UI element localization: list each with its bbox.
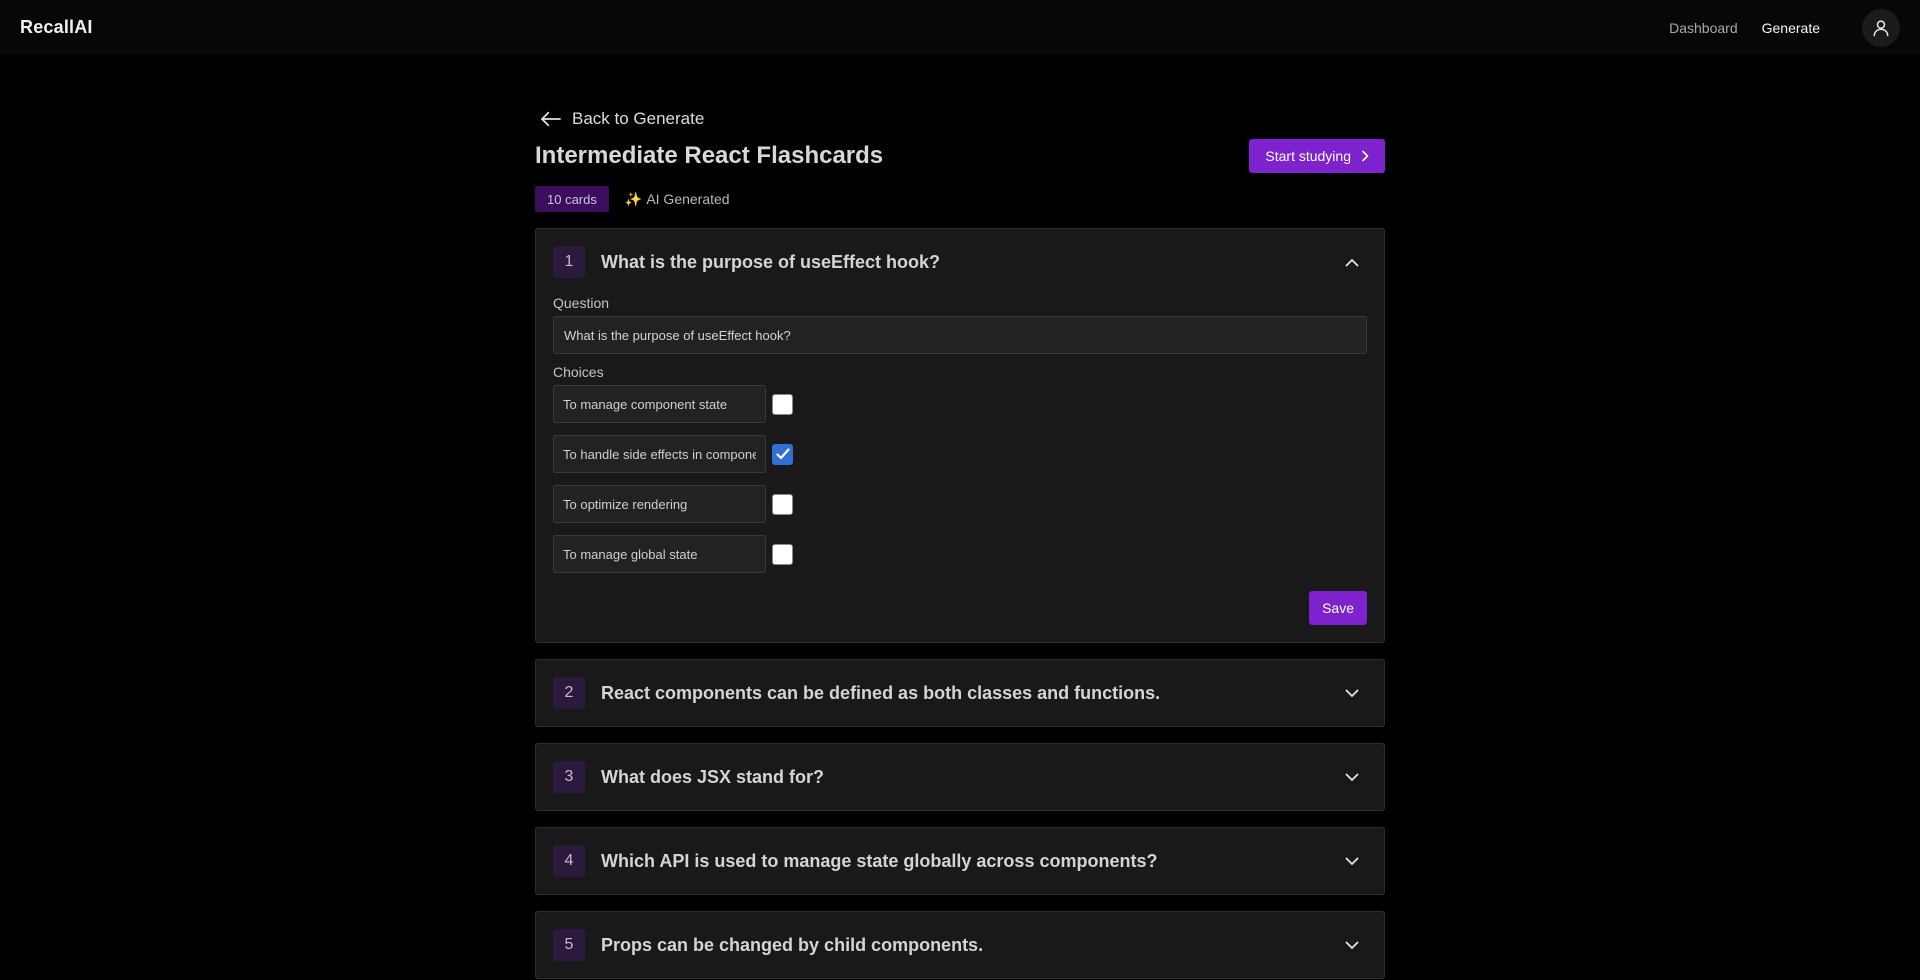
brand-logo[interactable]: RecallAI — [20, 17, 93, 38]
start-studying-button[interactable]: Start studying — [1249, 139, 1385, 173]
checkmark-icon — [775, 448, 790, 460]
card-title: What is the purpose of useEffect hook? — [601, 251, 941, 272]
flashcard-header[interactable]: 2 React components can be defined as bot… — [553, 660, 1367, 726]
flashcard-item: 1 What is the purpose of useEffect hook?… — [535, 228, 1385, 643]
nav-links: Dashboard Generate — [1669, 8, 1900, 47]
card-title: Props can be changed by child components… — [601, 934, 984, 955]
choice-input[interactable] — [553, 485, 766, 523]
choice-input[interactable] — [553, 535, 766, 573]
ai-generated-tag: ✨ AI Generated — [625, 191, 730, 208]
choice-input[interactable] — [553, 435, 766, 473]
flashcard-item: 5 Props can be changed by child componen… — [535, 911, 1385, 979]
card-number: 2 — [553, 677, 585, 709]
choice-correct-checkbox[interactable] — [772, 443, 793, 465]
title-row: Intermediate React Flashcards Start stud… — [535, 138, 1385, 174]
nav-link-generate[interactable]: Generate — [1762, 20, 1820, 36]
card-number: 4 — [553, 845, 585, 877]
ai-generated-label: AI Generated — [646, 191, 730, 207]
page-title: Intermediate React Flashcards — [535, 142, 884, 169]
choice-correct-checkbox[interactable] — [772, 493, 793, 515]
question-input[interactable] — [553, 316, 1367, 354]
card-count-badge: 10 cards — [535, 186, 609, 212]
card-number: 5 — [553, 929, 585, 961]
chevron-down-icon[interactable] — [1342, 851, 1362, 871]
choice-row — [553, 385, 1367, 423]
card-title: What does JSX stand for? — [601, 766, 825, 787]
flashcard-header[interactable]: 5 Props can be changed by child componen… — [553, 912, 1367, 978]
arrow-left-icon — [541, 111, 561, 127]
flashcard-item: 4 Which API is used to manage state glob… — [535, 827, 1385, 895]
card-title: Which API is used to manage state global… — [601, 850, 1158, 871]
choice-input[interactable] — [553, 385, 766, 423]
choice-correct-checkbox[interactable] — [772, 543, 793, 565]
chevron-up-icon[interactable] — [1342, 252, 1362, 272]
flashcard-set-page: Back to Generate Intermediate React Flas… — [535, 106, 1385, 979]
flashcard-item: 2 React components can be defined as bot… — [535, 659, 1385, 727]
flashcard-header[interactable]: 4 Which API is used to manage state glob… — [553, 828, 1367, 894]
card-number: 1 — [553, 246, 585, 278]
card-number: 3 — [553, 761, 585, 793]
save-row: Save — [553, 591, 1367, 642]
choice-row — [553, 535, 1367, 573]
choices-label: Choices — [553, 364, 604, 380]
choice-row — [553, 485, 1367, 523]
user-icon — [1873, 19, 1889, 36]
back-to-generate-link[interactable]: Back to Generate — [540, 106, 1385, 132]
choice-row — [553, 435, 1367, 473]
top-navbar: RecallAI Dashboard Generate — [0, 0, 1920, 55]
save-button[interactable]: Save — [1309, 591, 1367, 625]
nav-link-dashboard[interactable]: Dashboard — [1669, 20, 1738, 36]
start-studying-label: Start studying — [1265, 148, 1351, 164]
question-label: Question — [553, 295, 610, 311]
chevron-down-icon[interactable] — [1342, 683, 1362, 703]
flashcard-header[interactable]: 3 What does JSX stand for? — [553, 744, 1367, 810]
back-link-label: Back to Generate — [572, 109, 705, 128]
chevron-right-icon — [1362, 150, 1369, 162]
set-meta: 10 cards ✨ AI Generated — [535, 186, 1385, 212]
flashcard-item: 3 What does JSX stand for? — [535, 743, 1385, 811]
chevron-down-icon[interactable] — [1342, 935, 1362, 955]
user-menu-button[interactable] — [1862, 8, 1900, 47]
chevron-down-icon[interactable] — [1342, 767, 1362, 787]
flashcard-header[interactable]: 1 What is the purpose of useEffect hook? — [553, 229, 1367, 295]
card-title: React components can be defined as both … — [601, 682, 1161, 703]
sparkle-icon: ✨ — [624, 190, 643, 207]
choice-correct-checkbox[interactable] — [772, 393, 793, 415]
